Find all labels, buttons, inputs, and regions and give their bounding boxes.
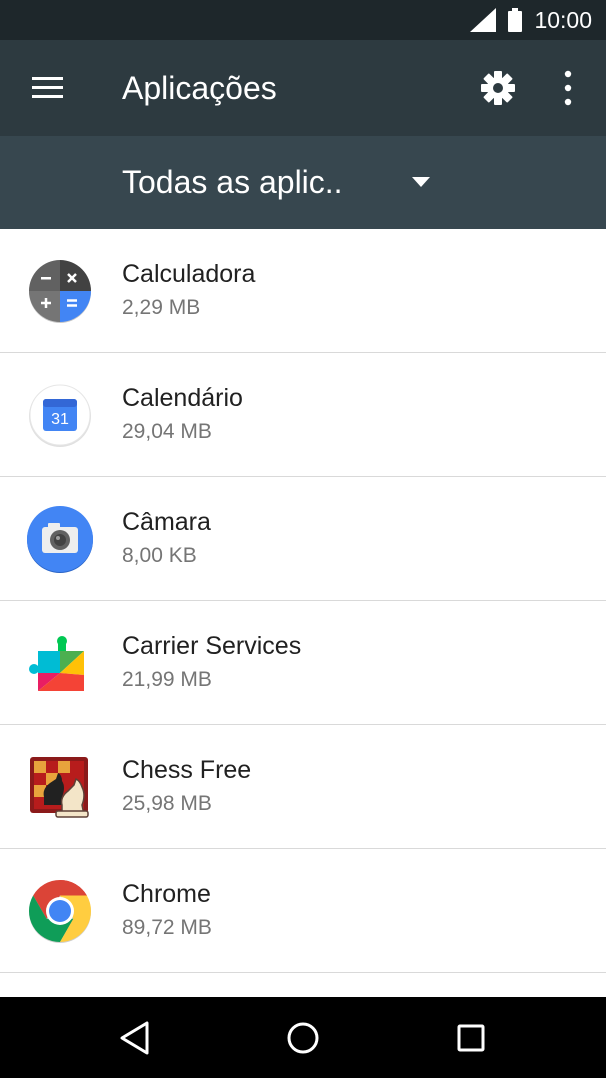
app-size: 89,72 MB	[122, 916, 212, 939]
app-size: 25,98 MB	[122, 792, 212, 815]
app-name: Chess Free	[122, 756, 252, 784]
home-icon	[287, 1022, 319, 1054]
app-bar: Aplicações	[0, 40, 606, 136]
recents-button[interactable]	[446, 1013, 496, 1063]
status-bar: 10:00	[0, 0, 606, 40]
carrier-services-icon	[29, 636, 84, 691]
gear-icon	[481, 71, 515, 105]
app-name: Câmara	[122, 508, 211, 536]
calculator-icon	[29, 260, 91, 323]
menu-icon	[32, 77, 63, 98]
dropdown-arrow-icon	[412, 177, 430, 187]
menu-button[interactable]	[22, 66, 72, 110]
app-list: Calculadora 2,29 MB 31 Calendário 29,04 …	[0, 229, 606, 997]
app-filter-dropdown[interactable]: Todas as aplic..	[110, 136, 450, 229]
back-icon	[120, 1021, 149, 1055]
list-item[interactable]: 31 Calendário 29,04 MB	[0, 353, 606, 477]
back-button[interactable]	[110, 1013, 160, 1063]
app-name: Carrier Services	[122, 632, 302, 660]
more-vert-icon	[564, 70, 572, 106]
signal-icon	[470, 8, 497, 32]
home-button[interactable]	[278, 1013, 328, 1063]
filter-bar: Todas as aplic..	[0, 136, 606, 229]
app-name: Calendário	[122, 384, 243, 412]
settings-button[interactable]	[474, 64, 522, 112]
app-name: Calculadora	[122, 260, 256, 288]
calendar-day-text: 31	[51, 411, 69, 428]
app-filter-selected: Todas as aplic..	[122, 164, 343, 200]
app-name: Chrome	[122, 880, 211, 908]
app-size: 2,29 MB	[122, 296, 201, 319]
list-item[interactable]: Câmara 8,00 KB	[0, 477, 606, 601]
calendar-icon: 31	[29, 384, 91, 447]
chess-icon	[30, 757, 89, 818]
list-item[interactable]: Calculadora 2,29 MB	[0, 229, 606, 353]
app-size: 8,00 KB	[122, 544, 197, 567]
list-item[interactable]: Carrier Services 21,99 MB	[0, 601, 606, 725]
more-options-button[interactable]	[548, 64, 588, 112]
navigation-bar	[0, 997, 606, 1078]
battery-icon	[508, 8, 523, 32]
camera-icon	[27, 506, 93, 573]
app-size: 21,99 MB	[122, 668, 212, 691]
app-size: 29,04 MB	[122, 420, 212, 443]
status-time: 10:00	[534, 6, 592, 33]
recents-icon	[457, 1024, 485, 1052]
page-title: Aplicações	[122, 70, 277, 106]
list-item[interactable]: Chrome 89,72 MB	[0, 849, 606, 973]
list-item[interactable]: Chess Free 25,98 MB	[0, 725, 606, 849]
chrome-icon	[28, 880, 92, 943]
